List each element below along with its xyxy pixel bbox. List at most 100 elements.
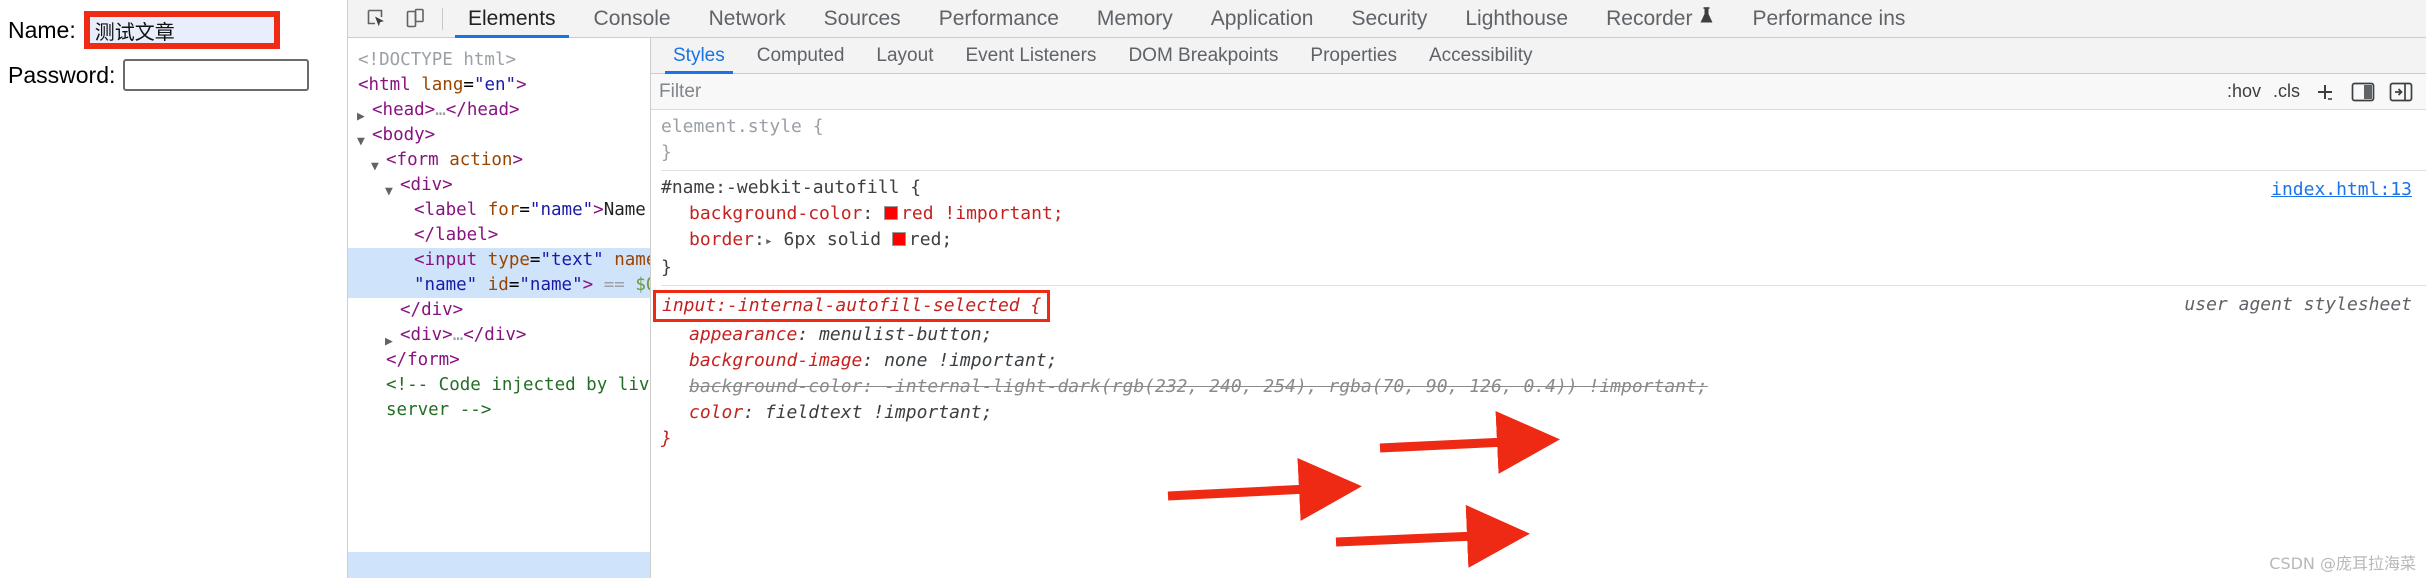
rule-name-webkit-autofill-close: }	[661, 257, 672, 278]
tab-recorder[interactable]: Recorder	[1587, 0, 1733, 38]
tab-sources-label: Sources	[823, 6, 901, 30]
rule-element-style[interactable]: element.style { }	[661, 110, 2426, 170]
styles-tab-dom-breakpoints-label: DOM Breakpoints	[1128, 44, 1279, 66]
flask-icon	[1699, 6, 1714, 31]
dom-tree-line[interactable]: ▼ <div>	[348, 173, 650, 199]
expand-border-icon[interactable]: ▸	[765, 234, 773, 249]
styles-tab-computed[interactable]: Computed	[741, 38, 861, 74]
dom-tree-lines: <!DOCTYPE html> <html lang="en"> ▶ <head>…<…	[348, 48, 650, 423]
tab-network-label: Network	[708, 6, 786, 30]
declaration-background-color-ua[interactable]: background-color: -internal-light-dark(r…	[661, 374, 2426, 400]
declaration-background-color[interactable]: background-color: red !important;	[661, 201, 2426, 227]
dom-tree-line[interactable]: <!-- Code injected by live-	[348, 373, 650, 398]
declaration-color-value: fieldtext !important;	[764, 402, 993, 423]
styles-tab-event-listeners-label: Event Listeners	[965, 44, 1097, 66]
devtools-body: <!DOCTYPE html> <html lang="en"> ▶ <head>…<…	[348, 38, 2426, 578]
cls-toggle[interactable]: .cls	[2273, 81, 2300, 102]
tab-recorder-label: Recorder	[1606, 6, 1693, 30]
dom-tree-pane[interactable]: <!DOCTYPE html> <html lang="en"> ▶ <head>…<…	[348, 38, 651, 578]
watermark: CSDN @庞耳拉海菜	[2269, 554, 2416, 573]
color-swatch-red-border[interactable]	[891, 232, 906, 246]
rule-name-webkit-autofill[interactable]: index.html:13 #name:-webkit-autofill { b…	[661, 170, 2426, 285]
name-input-value: 测试文章	[94, 19, 175, 44]
dom-tree-line[interactable]: server -->	[348, 398, 650, 423]
styles-tab-computed-label: Computed	[756, 44, 845, 66]
inspect-element-icon[interactable]	[362, 4, 392, 34]
name-form-row: Name: 测试文章	[0, 8, 347, 52]
tab-application-label: Application	[1210, 6, 1314, 30]
devtools-toolbar-icons	[348, 4, 436, 34]
rule-internal-autofill-selected-close: }	[661, 428, 672, 449]
tab-lighthouse[interactable]: Lighthouse	[1446, 0, 1587, 38]
styles-tab-accessibility[interactable]: Accessibility	[1413, 38, 1548, 74]
dom-tree-line[interactable]: <html lang="en">	[348, 73, 650, 98]
declaration-appearance-value: menulist-button;	[819, 324, 993, 345]
dom-tree-line[interactable]: <!DOCTYPE html>	[348, 48, 650, 73]
name-input-highlighted[interactable]: 测试文章	[83, 11, 280, 49]
tab-performance-label: Performance	[938, 6, 1059, 30]
dom-tree-line[interactable]: </form>	[348, 348, 650, 373]
device-toolbar-icon[interactable]	[400, 4, 430, 34]
tab-performance[interactable]: Performance	[920, 0, 1078, 38]
rule-source-user-agent: user agent stylesheet	[2184, 294, 2412, 315]
declaration-border-prop: border	[689, 229, 755, 250]
password-input[interactable]	[123, 59, 310, 91]
dom-tree-line[interactable]: ▶ <div>…</div>	[348, 323, 650, 349]
dom-tree-line[interactable]: </label>	[348, 223, 650, 248]
declaration-background-color-value: red !important;	[901, 203, 1064, 224]
dom-tree-line[interactable]: ▶ <head>…</head>	[348, 98, 650, 124]
declaration-border[interactable]: border:▸ 6px solid red;	[661, 227, 2426, 255]
color-swatch-red[interactable]	[884, 206, 899, 220]
name-label: Name:	[8, 16, 76, 43]
tab-security-label: Security	[1351, 6, 1428, 30]
tab-sources[interactable]: Sources	[805, 0, 920, 38]
styles-rules-list: element.style { } index.html:13 #name:-w…	[651, 110, 2426, 578]
devtools-screenshot: Name: 测试文章 Password: Elements Console Ne…	[0, 0, 2426, 578]
declaration-color-prop: color	[689, 402, 744, 423]
tab-memory[interactable]: Memory	[1078, 0, 1192, 38]
styles-filter-actions: :hov .cls	[2227, 80, 2426, 104]
rule-internal-autofill-selected[interactable]: user agent stylesheet input:-internal-au…	[653, 285, 2426, 456]
rendered-page-pane: Name: 测试文章 Password:	[0, 0, 348, 578]
tab-performance-insights[interactable]: Performance ins	[1733, 0, 1924, 38]
styles-tab-layout-label: Layout	[876, 44, 934, 66]
tab-console-label: Console	[593, 6, 671, 30]
styles-tab-styles[interactable]: Styles	[657, 38, 741, 74]
tab-network[interactable]: Network	[690, 0, 805, 38]
password-label: Password:	[8, 61, 116, 88]
tab-console[interactable]: Console	[575, 0, 690, 38]
styles-tab-dom-breakpoints[interactable]: DOM Breakpoints	[1112, 38, 1294, 74]
dom-tree-line[interactable]: <input type="text" name=	[348, 248, 650, 273]
dom-tree-ellipsis-row	[348, 552, 650, 578]
styles-tab-properties[interactable]: Properties	[1294, 38, 1413, 74]
tab-security[interactable]: Security	[1332, 0, 1446, 38]
new-style-rule-icon[interactable]	[2312, 80, 2338, 104]
styles-tab-event-listeners[interactable]: Event Listeners	[949, 38, 1112, 74]
declaration-background-color-ua-prop: background-color	[689, 376, 863, 397]
rule-element-style-selector: element.style {	[661, 116, 824, 137]
declaration-background-image-value: none !important;	[884, 350, 1058, 371]
dom-tree-line[interactable]: ▼ <body>	[348, 123, 650, 149]
devtools-toolbar: Elements Console Network Sources Perform…	[348, 0, 2426, 38]
dom-tree-line[interactable]: </div>	[348, 298, 650, 323]
styles-tab-layout[interactable]: Layout	[860, 38, 949, 74]
hov-toggle[interactable]: :hov	[2227, 81, 2261, 102]
styles-filter-input[interactable]	[659, 80, 2227, 103]
dom-tree-line[interactable]: <label for="name">Name:	[348, 198, 650, 223]
styles-filter-row: :hov .cls	[651, 74, 2426, 110]
tab-elements-label: Elements	[468, 6, 556, 30]
tab-performance-insights-label: Performance ins	[1752, 6, 1906, 30]
declaration-background-image-prop: background-image	[689, 350, 863, 371]
dom-tree-line[interactable]: ▼ <form action>	[348, 148, 650, 174]
declaration-appearance[interactable]: appearance: menulist-button;	[661, 322, 2426, 348]
tab-application[interactable]: Application	[1192, 0, 1333, 38]
declaration-appearance-prop: appearance	[689, 324, 798, 345]
rule-source-link-index-html[interactable]: index.html:13	[2271, 177, 2412, 203]
show-computed-sidebar-icon[interactable]	[2388, 80, 2414, 104]
declaration-color[interactable]: color: fieldtext !important;	[661, 400, 2426, 426]
tab-elements[interactable]: Elements	[449, 0, 575, 38]
declaration-background-image[interactable]: background-image: none !important;	[661, 348, 2426, 374]
tab-lighthouse-label: Lighthouse	[1465, 6, 1569, 30]
dom-tree-line[interactable]: "name" id="name"> == $0	[348, 273, 650, 298]
computed-sidebar-icon[interactable]	[2350, 80, 2376, 104]
